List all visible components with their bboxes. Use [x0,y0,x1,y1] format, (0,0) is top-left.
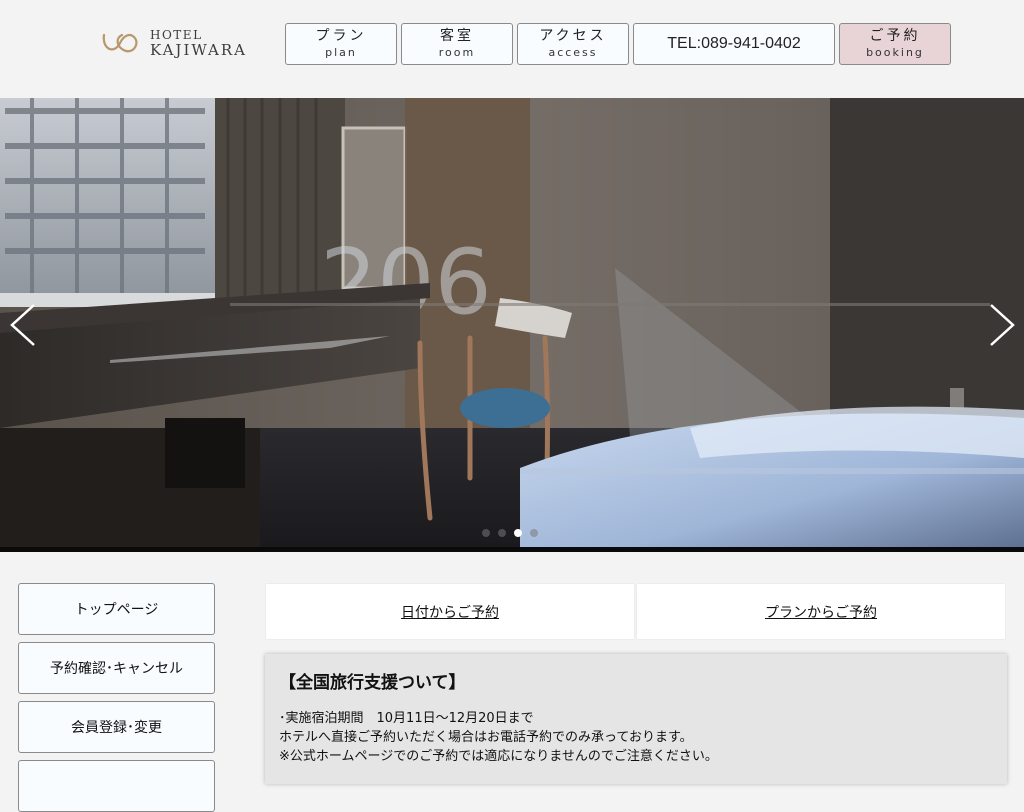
logo-name-text: KAJIWARA [150,40,247,59]
nav-booking-button[interactable]: ご予約 booking [839,23,951,65]
nav-booking-sublabel: booking [866,45,924,59]
nav-access-sublabel: access [548,45,598,59]
logo-mark-icon [102,33,138,53]
sidebar-item-reservation-check[interactable]: 予約確認･キャンセル [18,642,215,694]
slider-prev-arrow-icon[interactable] [8,301,38,349]
notice-title: 【全国旅行支援ついて】 [279,673,466,693]
slider-next-arrow-icon[interactable] [987,301,1017,349]
book-by-plan-link[interactable]: プランからご予約 [637,584,1005,639]
hotel-logo[interactable]: HOTEL KAJIWARA [100,26,260,60]
notice-line: ※公式ホームページでのご予約では適応になりませんのでご注意ください。 [279,749,718,764]
nav-access-button[interactable]: アクセス access [517,23,629,65]
nav-access-label: アクセス [539,28,607,45]
nav-plan-label: プラン [315,28,367,45]
travel-support-notice: 【全国旅行支援ついて】 ･実施宿泊期間 10月11日～12月20日まで ホテルへ… [265,654,1007,784]
notice-line: ･実施宿泊期間 10月11日～12月20日まで [279,711,534,726]
hero-bottom-bar [0,547,1024,552]
nav-tel-button[interactable]: TEL:089-941-0402 [633,23,835,65]
hero-room-photo: 206 [0,98,1024,548]
nav-plan-sublabel: plan [325,45,357,59]
nav-room-label: 客室 [440,28,474,45]
hero-slider: 206 [0,98,1024,552]
nav-plan-button[interactable]: プラン plan [285,23,397,65]
notice-line: ホテルへ直接ご予約いただく場合はお電話予約でのみ承っております。 [279,730,693,745]
nav-booking-label: ご予約 [869,28,921,45]
logo-hotel-text: HOTEL [150,27,203,42]
slider-dot[interactable] [530,529,538,537]
site-header: HOTEL KAJIWARA プラン plan 客室 room アクセス acc… [0,0,1024,98]
slider-dot[interactable] [482,529,490,537]
sidebar-item-member-registration[interactable]: 会員登録･変更 [18,701,215,753]
sidebar-item-top-page[interactable]: トップページ [18,583,215,635]
notice-body: ･実施宿泊期間 10月11日～12月20日まで ホテルへ直接ご予約いただく場合は… [279,709,993,766]
book-by-date-link[interactable]: 日付からご予約 [266,584,634,639]
nav-room-button[interactable]: 客室 room [401,23,513,65]
slider-pagination [482,529,538,537]
slider-dot[interactable] [498,529,506,537]
slider-dot-active[interactable] [514,529,522,537]
tel-number: TEL:089-941-0402 [667,35,801,52]
nav-room-sublabel: room [438,45,476,59]
logo-text: HOTEL KAJIWARA [150,29,247,58]
